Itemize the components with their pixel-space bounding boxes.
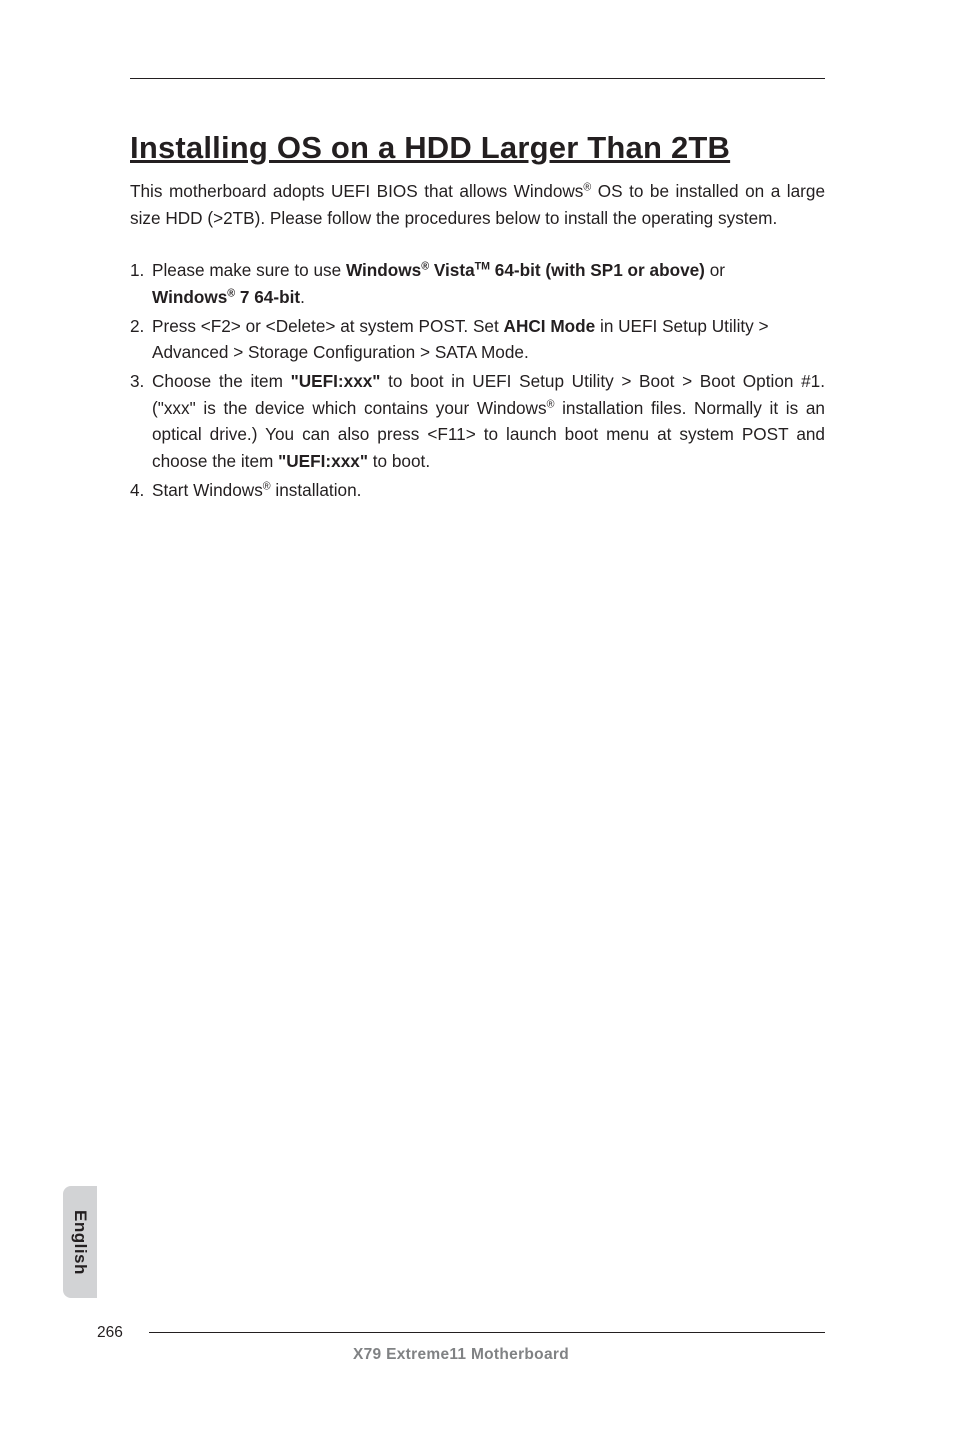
step-number: 2. <box>130 313 152 366</box>
step-number: 3. <box>130 368 152 475</box>
registered-mark: ® <box>263 480 271 492</box>
intro-paragraph: This motherboard adopts UEFI BIOS that a… <box>130 178 825 231</box>
registered-mark: ® <box>421 261 429 273</box>
page: Installing OS on a HDD Larger Than 2TB T… <box>0 0 954 1432</box>
text-fragment: Please make sure to use <box>152 260 346 280</box>
trademark-mark: TM <box>475 261 490 273</box>
language-label: English <box>70 1210 90 1275</box>
steps-list: 1. Please make sure to use Windows® Vist… <box>130 257 825 503</box>
text-fragment: Start Windows <box>152 480 263 500</box>
bold-text: "UEFI:xxx" <box>278 451 368 471</box>
bold-text: Windows® VistaTM 64-bit (with SP1 or abo… <box>346 260 705 280</box>
step-2: 2. Press <F2> or <Delete> at system POST… <box>130 313 825 366</box>
top-rule <box>130 78 825 79</box>
text-fragment: installation. <box>271 480 362 500</box>
step-text: Start Windows® installation. <box>152 477 825 504</box>
bold-text: "UEFI:xxx" <box>291 371 381 391</box>
footer-rule <box>149 1332 825 1333</box>
step-text: Choose the item "UEFI:xxx" to boot in UE… <box>152 368 825 475</box>
text-fragment: to boot. <box>368 451 430 471</box>
step-3: 3. Choose the item "UEFI:xxx" to boot in… <box>130 368 825 475</box>
step-text: Press <F2> or <Delete> at system POST. S… <box>152 313 825 366</box>
text-fragment: . <box>300 287 305 307</box>
text-fragment: Press <F2> or <Delete> at system POST. S… <box>152 316 504 336</box>
intro-text-a: This motherboard adopts UEFI BIOS that a… <box>130 181 583 201</box>
bold-text: AHCI Mode <box>504 316 596 336</box>
footer-title: X79 Extreme11 Motherboard <box>97 1346 825 1364</box>
step-number: 1. <box>130 257 152 310</box>
language-tab: English <box>63 1186 97 1298</box>
text-fragment: 7 64-bit <box>235 287 300 307</box>
text-fragment: Windows <box>152 287 227 307</box>
bold-text: Windows® 7 64-bit <box>152 287 300 307</box>
text-fragment: Choose the item <box>152 371 291 391</box>
step-number: 4. <box>130 477 152 504</box>
step-4: 4. Start Windows® installation. <box>130 477 825 504</box>
step-1: 1. Please make sure to use Windows® Vist… <box>130 257 825 310</box>
text-fragment: Windows <box>346 260 421 280</box>
page-number: 266 <box>97 1324 123 1342</box>
text-fragment: or <box>705 260 725 280</box>
page-title: Installing OS on a HDD Larger Than 2TB <box>130 130 825 166</box>
step-text: Please make sure to use Windows® VistaTM… <box>152 257 825 310</box>
text-fragment: Vista <box>429 260 475 280</box>
registered-mark: ® <box>227 287 235 299</box>
content-area: Installing OS on a HDD Larger Than 2TB T… <box>130 130 825 505</box>
text-fragment: 64-bit (with SP1 or above) <box>490 260 705 280</box>
